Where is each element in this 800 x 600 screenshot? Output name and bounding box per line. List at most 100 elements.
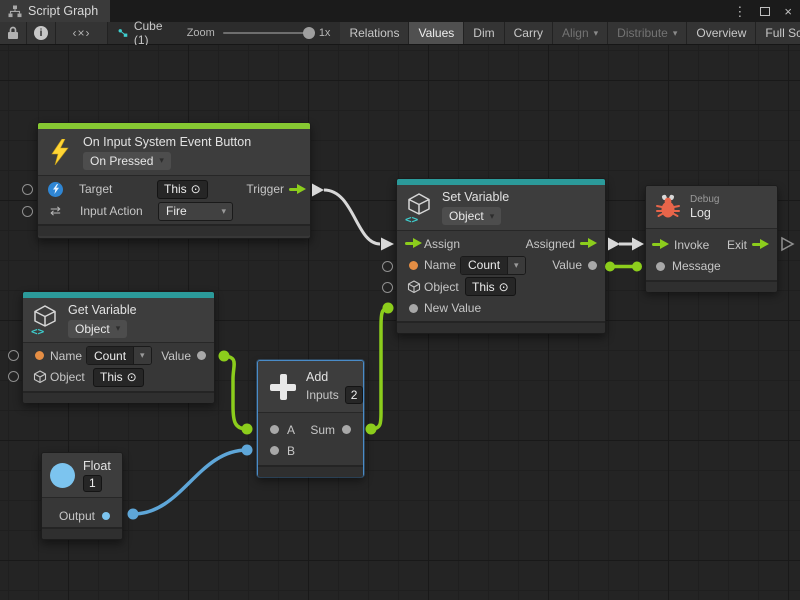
maximize-icon[interactable]: [760, 7, 770, 16]
node-set-variable[interactable]: <> Set Variable Object ▾ Assign Assigne: [396, 178, 606, 334]
port-sum-dot[interactable]: [342, 425, 351, 434]
collapse-button[interactable]: ‹×›: [56, 22, 108, 44]
port-setvar-name-input[interactable]: [382, 261, 393, 272]
carry-label: Carry: [514, 26, 543, 40]
wire-getvalue-to-a[interactable]: [219, 351, 253, 435]
tab-title: Script Graph: [28, 4, 98, 18]
graph-canvas[interactable]: On Input System Event Button On Pressed …: [0, 45, 800, 600]
menu-kebab-icon[interactable]: ⋮: [733, 5, 746, 18]
values-button[interactable]: Values: [409, 22, 464, 44]
node-title: Set Variable: [442, 190, 509, 204]
object-field[interactable]: This ⊙: [465, 277, 516, 296]
dim-button[interactable]: Dim: [464, 22, 504, 44]
node-debug-log[interactable]: Debug Log Invoke Exit Message: [645, 185, 778, 291]
port-value-dot[interactable]: [588, 261, 597, 270]
node-add[interactable]: Add Inputs 2 A Sum: [257, 360, 364, 477]
variable-name-dropdown[interactable]: Count ▾: [460, 256, 526, 275]
new-value-label: New Value: [424, 301, 481, 315]
node-title: Float: [83, 459, 111, 473]
lock-icon: [7, 26, 19, 40]
overview-button[interactable]: Overview: [687, 22, 756, 44]
setvar-scope-dropdown[interactable]: Object ▾: [442, 207, 501, 225]
chevron-down-icon: ▾: [594, 28, 599, 39]
port-value-dot[interactable]: [197, 351, 206, 360]
object-picker-icon: ⊙: [127, 370, 137, 384]
port-event-action-input[interactable]: [22, 206, 33, 217]
relations-button[interactable]: Relations: [340, 22, 409, 44]
object-value: This: [100, 370, 123, 384]
wire-trigger-to-assign[interactable]: [312, 184, 394, 251]
target-label: Target: [79, 182, 157, 196]
a-label: A: [287, 423, 295, 437]
port-new-value-dot[interactable]: [409, 304, 418, 313]
node-get-variable[interactable]: <> Get Variable Object ▾ Name Count: [22, 291, 215, 403]
inputs-count-field[interactable]: 2: [345, 386, 364, 404]
wire-float-to-b[interactable]: [128, 445, 253, 520]
full-screen-button[interactable]: Full Screen: [756, 22, 800, 44]
port-exit-triangle[interactable]: [782, 238, 793, 250]
flow-arrow-icon[interactable]: [405, 238, 422, 249]
port-name-dot[interactable]: [35, 351, 44, 360]
flow-arrow-icon[interactable]: [580, 238, 597, 249]
getvar-scope-dropdown[interactable]: Object ▾: [68, 320, 127, 338]
graph-breadcrumb[interactable]: Cube (1): [108, 22, 177, 44]
dim-label: Dim: [473, 26, 494, 40]
port-event-target-input[interactable]: [22, 184, 33, 195]
wire-sum-to-newvalue[interactable]: [366, 303, 394, 435]
distribute-button[interactable]: Distribute ▾: [608, 22, 687, 44]
overview-label: Overview: [696, 26, 746, 40]
flow-arrow-icon[interactable]: [652, 239, 669, 250]
chevron-down-icon: ▾: [159, 155, 164, 166]
node-float-literal[interactable]: Float 1 Output: [41, 452, 123, 540]
script-graph-window: Script Graph ⋮ × i ‹×›: [0, 0, 800, 600]
setvar-scope-value: Object: [449, 209, 484, 223]
input-action-value: Fire: [159, 204, 194, 218]
zoom-slider-handle[interactable]: [303, 27, 315, 39]
flow-arrow-icon[interactable]: [752, 239, 769, 250]
lightning-icon: [50, 139, 70, 165]
input-action-dropdown[interactable]: Fire ▾: [158, 202, 233, 221]
carry-button[interactable]: Carry: [505, 22, 553, 44]
input-system-icon: [48, 182, 63, 197]
chevron-down-icon: ▾: [673, 28, 678, 39]
node-on-input-system-event-button[interactable]: On Input System Event Button On Pressed …: [37, 122, 311, 239]
zoom-value: 1x: [319, 27, 331, 39]
lock-button[interactable]: [0, 22, 27, 44]
add-plus-icon: [270, 374, 296, 400]
distribute-label: Distribute: [617, 26, 668, 40]
wire-value-to-message[interactable]: [605, 262, 642, 272]
object-value: This: [472, 280, 495, 294]
port-getvar-name-input[interactable]: [8, 350, 19, 361]
b-label: B: [287, 444, 295, 458]
flow-arrow-icon[interactable]: [289, 184, 306, 195]
align-button[interactable]: Align ▾: [553, 22, 608, 44]
event-mode-dropdown[interactable]: On Pressed ▾: [83, 152, 171, 170]
node-title: On Input System Event Button: [83, 135, 251, 149]
variable-name-dropdown[interactable]: Count ▾: [86, 346, 152, 365]
node-footer: [397, 321, 605, 333]
chevron-down-icon: ▾: [215, 206, 232, 217]
value-label: Value: [161, 349, 191, 363]
tab-script-graph[interactable]: Script Graph: [0, 0, 110, 22]
port-output-dot[interactable]: [102, 512, 110, 520]
node-title: Log: [690, 206, 719, 220]
svg-text:<>: <>: [31, 325, 45, 336]
port-message-dot[interactable]: [656, 262, 665, 271]
name-label: Name: [50, 349, 86, 363]
port-name-dot[interactable]: [409, 261, 418, 270]
close-icon[interactable]: ×: [784, 5, 792, 18]
object-field[interactable]: This ⊙: [93, 368, 144, 387]
port-getvar-object-input[interactable]: [8, 371, 19, 382]
node-title: Get Variable: [68, 303, 137, 317]
port-b-dot[interactable]: [270, 446, 279, 455]
wire-assigned-to-invoke[interactable]: [608, 238, 644, 251]
exit-label: Exit: [727, 238, 747, 252]
zoom-slider[interactable]: [223, 32, 311, 34]
float-value-field[interactable]: 1: [83, 475, 102, 492]
svg-text:<>: <>: [405, 213, 419, 224]
port-setvar-object-input[interactable]: [382, 282, 393, 293]
name-label: Name: [424, 258, 460, 272]
port-a-dot[interactable]: [270, 425, 279, 434]
inspect-button[interactable]: i: [27, 22, 56, 44]
target-object-field[interactable]: This ⊙: [157, 180, 208, 199]
